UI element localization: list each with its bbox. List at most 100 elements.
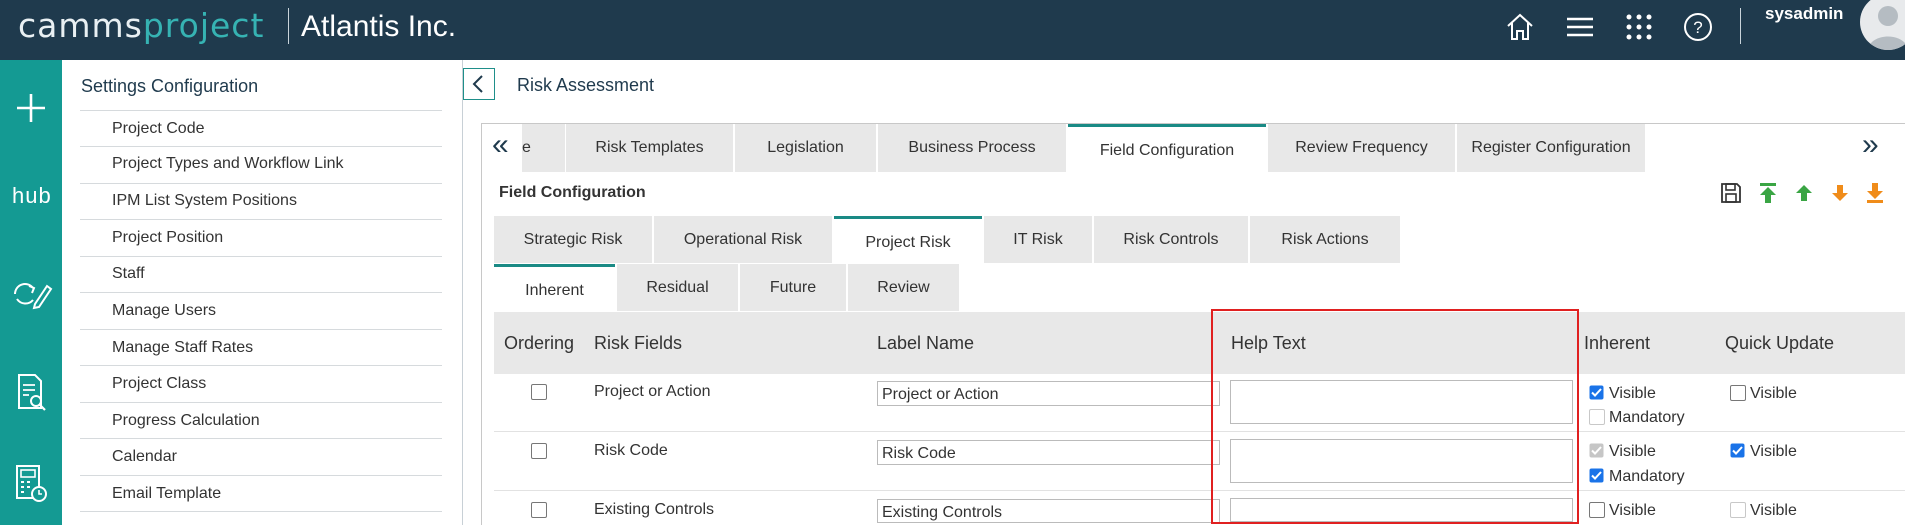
divider: [80, 438, 442, 439]
divider: [80, 256, 442, 257]
column-header-label-name: Label Name: [877, 333, 975, 353]
page-title: Risk Assessment: [517, 75, 655, 95]
calculator-clock-icon[interactable]: [9, 462, 53, 506]
scroll-right-icon[interactable]: »: [1862, 128, 1879, 162]
nav-item-ipm-list[interactable]: IPM List System Positions: [112, 192, 297, 210]
quick-update-visible-label: Visible: [1750, 385, 1797, 402]
tab-field-configuration[interactable]: Field Configuration: [1068, 124, 1266, 172]
tab-risk-controls[interactable]: Risk Controls: [1094, 216, 1248, 263]
tab-review-frequency[interactable]: Review Frequency: [1268, 124, 1455, 172]
apps-grid-icon[interactable]: [1622, 10, 1656, 44]
hub-logo[interactable]: hub: [12, 183, 52, 209]
divider: [80, 402, 442, 403]
row-divider: [494, 490, 1905, 491]
home-icon[interactable]: [1503, 10, 1537, 44]
chevron-left-icon: [472, 75, 483, 93]
tab-project-risk[interactable]: Project Risk: [834, 216, 982, 263]
nav-item-calendar[interactable]: Calendar: [112, 448, 177, 466]
inherent-visible-label: Visible: [1609, 502, 1656, 519]
ordering-checkbox[interactable]: [531, 443, 547, 459]
ordering-checkbox[interactable]: [531, 502, 547, 518]
inherent-visible-checkbox: [1589, 443, 1604, 458]
move-down-icon[interactable]: [1829, 182, 1851, 204]
inherent-mandatory-checkbox: [1589, 409, 1605, 425]
nav-item-project-types[interactable]: Project Types and Workflow Link: [112, 155, 344, 173]
risk-field-name: Project or Action: [594, 383, 711, 400]
settings-panel: Settings Configuration Project Code Proj…: [62, 60, 463, 525]
tab-it-risk[interactable]: IT Risk: [984, 216, 1092, 263]
quick-update-visible-checkbox: [1730, 502, 1746, 518]
refresh-edit-icon[interactable]: [9, 272, 53, 316]
nav-item-staff[interactable]: Staff: [112, 265, 145, 283]
help-icon[interactable]: ?: [1681, 10, 1715, 44]
nav-item-project-class[interactable]: Project Class: [112, 375, 206, 393]
row-divider: [494, 431, 1905, 432]
tab-strategic-risk[interactable]: Strategic Risk: [494, 216, 652, 263]
divider: [80, 110, 442, 111]
label-name-input[interactable]: Project or Action: [877, 381, 1220, 406]
column-header-ordering: Ordering: [504, 333, 575, 353]
tab-inherent[interactable]: Inherent: [494, 264, 615, 311]
quick-update-visible-label: Visible: [1750, 443, 1797, 460]
inherent-visible-checkbox[interactable]: [1589, 385, 1604, 400]
inherent-visible-checkbox[interactable]: [1589, 502, 1605, 518]
table-header: [494, 312, 1905, 374]
tab-partial[interactable]: e: [522, 124, 565, 172]
menu-icon[interactable]: [1563, 10, 1597, 44]
label-name-input[interactable]: Existing Controls: [877, 499, 1220, 523]
avatar[interactable]: [1860, 0, 1905, 50]
inherent-visible-label: Visible: [1609, 385, 1656, 402]
divider: [80, 365, 442, 366]
user-name[interactable]: sysadmin: [1765, 4, 1843, 24]
quick-update-visible-checkbox[interactable]: [1730, 443, 1745, 458]
ordering-checkbox[interactable]: [531, 384, 547, 400]
tab-risk-templates[interactable]: Risk Templates: [566, 124, 733, 172]
frame-border: [481, 123, 482, 525]
divider: [80, 511, 442, 512]
inherent-visible-label: Visible: [1609, 443, 1656, 460]
collapse-panel-button[interactable]: [463, 68, 495, 100]
nav-item-project-position[interactable]: Project Position: [112, 229, 223, 247]
document-search-icon[interactable]: [9, 370, 53, 414]
column-header-quick-update: Quick Update: [1725, 333, 1835, 353]
svg-text:?: ?: [1693, 18, 1702, 37]
move-top-icon[interactable]: [1757, 182, 1779, 204]
user-avatar-icon: [1868, 6, 1905, 50]
divider: [80, 146, 442, 147]
logo-main: camms: [18, 6, 143, 45]
nav-item-manage-users[interactable]: Manage Users: [112, 302, 216, 320]
tab-future[interactable]: Future: [740, 264, 846, 311]
divider: [80, 183, 442, 184]
quick-update-visible-checkbox[interactable]: [1730, 385, 1746, 401]
label-name-input[interactable]: Risk Code: [877, 440, 1220, 465]
tab-residual[interactable]: Residual: [617, 264, 738, 311]
tab-register-configuration[interactable]: Register Configuration: [1457, 124, 1645, 172]
save-icon[interactable]: [1720, 182, 1742, 204]
tab-business-process[interactable]: Business Process: [878, 124, 1066, 172]
nav-item-progress-calculation[interactable]: Progress Calculation: [112, 412, 260, 430]
inherent-mandatory-label: Mandatory: [1609, 468, 1685, 485]
plus-icon[interactable]: [9, 86, 53, 130]
nav-item-email-template[interactable]: Email Template: [112, 485, 221, 503]
logo-accent: project: [142, 6, 265, 45]
tab-operational-risk[interactable]: Operational Risk: [654, 216, 832, 263]
tab-risk-actions[interactable]: Risk Actions: [1250, 216, 1400, 263]
scroll-left-icon[interactable]: «: [492, 128, 509, 162]
column-header-risk-fields: Risk Fields: [594, 333, 683, 353]
panel-title: Settings Configuration: [81, 76, 259, 96]
risk-field-name: Existing Controls: [594, 501, 715, 518]
tab-review[interactable]: Review: [848, 264, 959, 311]
nav-item-project-code[interactable]: Project Code: [112, 120, 205, 138]
tab-legislation[interactable]: Legislation: [735, 124, 876, 172]
column-header-inherent: Inherent: [1584, 333, 1651, 353]
move-bottom-icon[interactable]: [1864, 182, 1886, 204]
risk-field-name: Risk Code: [594, 442, 668, 459]
inherent-mandatory-checkbox[interactable]: [1589, 468, 1604, 483]
divider: [288, 8, 289, 44]
move-up-icon[interactable]: [1793, 182, 1815, 204]
app-logo[interactable]: cammsproject: [18, 6, 264, 45]
divider: [1740, 8, 1741, 44]
nav-item-manage-staff-rates[interactable]: Manage Staff Rates: [112, 339, 253, 357]
quick-update-visible-label: Visible: [1750, 502, 1797, 519]
highlight-box: [1211, 309, 1579, 524]
